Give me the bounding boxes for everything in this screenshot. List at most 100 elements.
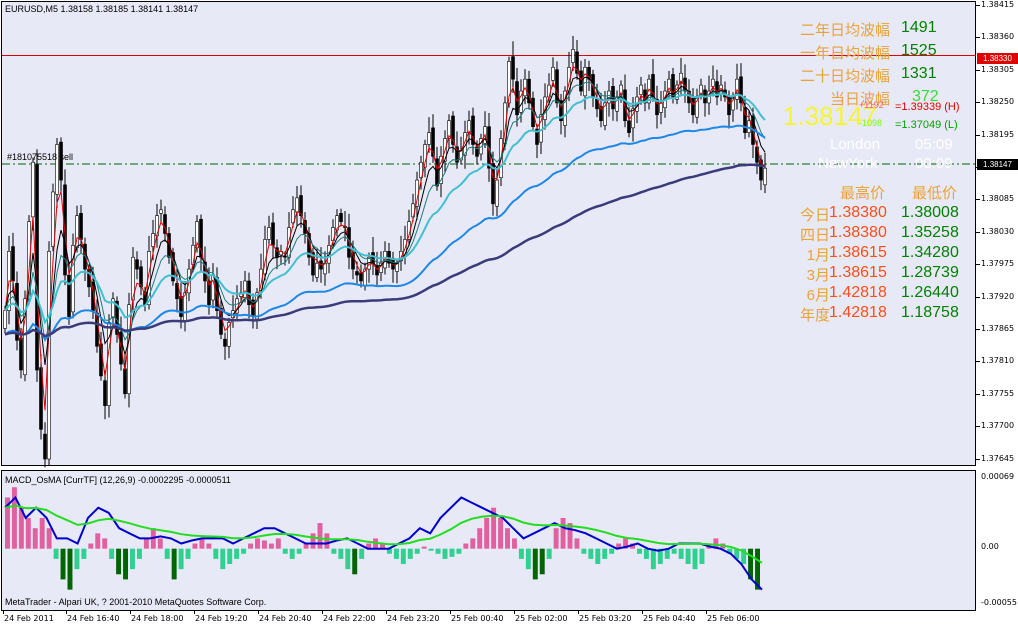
price-axis-tick-mark — [976, 264, 980, 266]
candle-body — [11, 246, 15, 282]
candle-body — [271, 222, 275, 246]
price-axis-tick: 1.37755 — [981, 388, 1015, 398]
symbol-header: EURUSD,M5 1.38158 1.38185 1.38141 1.3814… — [5, 4, 199, 14]
candle-body — [763, 167, 767, 186]
candle-body — [31, 161, 35, 218]
macd-histogram-bar — [136, 548, 142, 559]
range-row-high: 1.38615 — [829, 244, 887, 261]
candle-body — [79, 213, 83, 240]
macd-histogram-bar — [470, 538, 476, 549]
price-axis-tick: 1.38360 — [981, 32, 1015, 42]
time-axis-tick-mark — [66, 611, 67, 614]
time-axis-tick: 24 Feb 23:20 — [387, 614, 440, 623]
macd-histogram-bar — [345, 548, 351, 570]
candle-body — [427, 132, 431, 145]
macd-histogram-bar — [25, 517, 31, 549]
macd-histogram-bar — [164, 548, 170, 559]
price-axis-tick: 1.38195 — [981, 129, 1015, 139]
red-line-price-tag: 1.38330 — [977, 53, 1018, 64]
macd-histogram-bar — [539, 548, 545, 575]
time-axis-tick: 25 Feb 04:40 — [643, 614, 696, 623]
macd-histogram-bar — [109, 548, 115, 559]
macd-histogram-bar — [511, 538, 517, 549]
candle-body — [371, 252, 375, 264]
macd-histogram-bar — [671, 548, 677, 554]
macd-histogram-bar — [421, 546, 427, 549]
range-header-low: 最低价 — [912, 185, 958, 202]
macd-histogram-bar — [268, 543, 274, 549]
macd-header: MACD_OsMA [CurrTF] (12,26,9) -0.0002295 … — [5, 475, 231, 485]
time-axis-tick: 24 Feb 20:40 — [259, 614, 312, 623]
time-axis-tick-mark — [194, 611, 195, 614]
price-axis-tick: 1.37975 — [981, 259, 1015, 269]
candle-body — [659, 102, 663, 113]
range-header-high: 最高价 — [840, 185, 886, 202]
range-row-label: 6月 — [806, 287, 830, 304]
time-axis-tick-mark — [322, 611, 323, 614]
candle-body — [135, 259, 139, 270]
macd-histogram-bar — [296, 548, 302, 554]
macd-histogram-bar — [532, 548, 538, 580]
macd-histogram-bar — [588, 548, 594, 559]
macd-histogram-bar — [171, 548, 177, 580]
range-row-high: 1.38380 — [829, 204, 887, 221]
candle-body — [267, 227, 271, 240]
macd-histogram-bar — [143, 538, 149, 549]
order-label: #181075518 sell — [7, 152, 74, 162]
macd-histogram-bar — [261, 540, 267, 549]
macd-histogram-bar — [484, 517, 490, 549]
time-axis-tick: 24 Feb 16:40 — [67, 614, 120, 623]
candle-body — [183, 292, 187, 322]
range-row-high: 1.42818 — [829, 304, 887, 321]
time-axis-tick: 25 Feb 00:40 — [451, 614, 504, 623]
macd-histogram-bar — [324, 533, 330, 549]
macd-histogram-bar — [220, 548, 226, 570]
ma-cyan-line — [4, 92, 766, 325]
macd-histogram-bar — [678, 548, 684, 559]
price-axis-tick: 1.37810 — [981, 356, 1015, 366]
price-axis-tick: 1.38305 — [981, 64, 1015, 74]
macd-histogram-bar — [185, 548, 191, 559]
session-london-time: 05:09 — [915, 136, 953, 153]
time-axis-tick-mark — [514, 611, 515, 614]
range-row-high: 1.42818 — [829, 284, 887, 301]
copyright-text: MetaTrader - Alpari UK, ? 2001-2010 Meta… — [5, 597, 267, 607]
macd-histogram-bar — [393, 548, 399, 559]
price-axis-tick-mark — [976, 199, 980, 201]
wave-stat-value: 1331 — [901, 65, 937, 82]
range-row-low: 1.35258 — [901, 224, 959, 241]
candle-body — [243, 280, 247, 298]
price-up-pips: +1192 — [859, 100, 884, 110]
macd-histogram-bar — [595, 548, 601, 565]
macd-histogram-bar — [498, 517, 504, 549]
macd-histogram-bar — [636, 548, 642, 554]
macd-histogram-bar — [449, 548, 455, 557]
macd-histogram-bar — [560, 517, 566, 549]
range-row-label: 四日 — [799, 227, 830, 244]
macd-histogram-bar — [643, 548, 649, 559]
macd-histogram-bar — [685, 548, 691, 565]
range-row-low: 1.38008 — [901, 204, 959, 221]
candle-body — [151, 233, 155, 247]
price-axis-tick-mark — [976, 296, 980, 298]
macd-histogram-bar — [400, 548, 406, 565]
price-axis-tick-mark — [976, 361, 980, 363]
price-axis-tick-mark — [976, 69, 980, 71]
macd-histogram-bar — [178, 548, 184, 570]
macd-histogram-bar — [435, 548, 441, 554]
candle-body — [123, 368, 127, 395]
range-row-low: 1.34280 — [901, 244, 959, 261]
macd-histogram-bar — [650, 548, 656, 570]
macd-histogram-bar — [692, 548, 698, 570]
candle-body — [19, 337, 23, 371]
macd-histogram-bar — [192, 543, 198, 549]
macd-histogram-bar — [46, 528, 52, 549]
candle-body — [711, 78, 715, 87]
macd-histogram-bar — [317, 523, 323, 549]
time-axis-tick-mark — [258, 611, 259, 614]
time-axis-tick-mark — [706, 611, 707, 614]
macd-histogram-bar — [331, 548, 337, 554]
macd-axis-tick: 0.00069 — [981, 472, 1015, 481]
time-axis-tick: 25 Feb 06:00 — [707, 614, 760, 623]
macd-histogram-bar — [227, 548, 233, 565]
